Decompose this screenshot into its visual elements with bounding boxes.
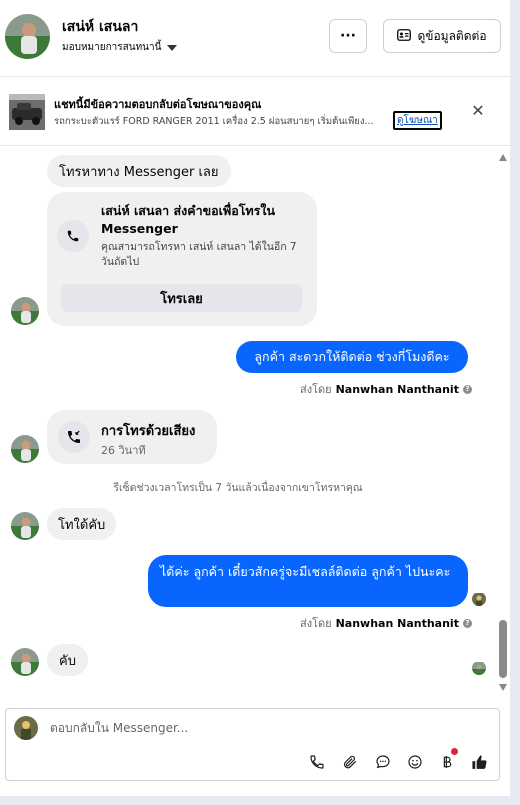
voice-call-bubble: การโทรด้วยเสียง 26 วินาที xyxy=(47,410,217,464)
message-thread: โทรหาทาง Messenger เลย เสน่ห์ เสนลา ส่งค… xyxy=(0,146,510,700)
contact-avatar-small xyxy=(11,512,39,540)
system-note: รีเซ็ตช่วงเวลาโทรเป็น 7 วันแล้วเนื่องจาก… xyxy=(113,482,363,494)
scroll-up-icon[interactable] xyxy=(499,154,507,161)
message-text: ลูกค้า สะดวกให้ติดต่อ ช่วงกี่โมงดีคะ xyxy=(254,349,450,364)
message-bubble-incoming: โทใด้คับ xyxy=(47,508,117,540)
window-edge xyxy=(510,0,520,805)
smiley-icon[interactable] xyxy=(404,751,426,773)
message-text: คับ xyxy=(59,653,76,669)
conversation-header: เสน่ห์ เสนลา มอบหมายการสนทนานี้ ··· ดูข้… xyxy=(0,0,510,77)
message-text: โทใด้คับ xyxy=(58,517,106,533)
message-text: ได้ค่ะ ลูกค้า เดี๋ยวสักครู่จะมีเชลล์ติดต… xyxy=(160,564,451,579)
info-icon[interactable]: ? xyxy=(462,618,472,628)
user-avatar xyxy=(14,716,38,740)
call-request-card: เสน่ห์ เสนลา ส่งคำขอเพื่อโทรใน Messenger… xyxy=(47,192,317,326)
window-edge xyxy=(0,796,520,805)
scroll-down-icon[interactable] xyxy=(499,684,507,691)
contact-name[interactable]: เสน่ห์ เสนลา xyxy=(62,16,138,38)
sent-by-prefix: ส่งโดย xyxy=(300,617,332,630)
incoming-call-icon xyxy=(58,421,90,453)
call-now-label: โทรเลย xyxy=(160,291,203,307)
call-request-body: คุณสามารถโทรหา เสน่ห์ เสนลา ได้ในอีก 7 ว… xyxy=(101,241,297,268)
caret-down-icon xyxy=(167,44,178,51)
message-bubble-incoming: โทรหาทาง Messenger เลย xyxy=(47,155,231,187)
message-bubble-outgoing: ได้ค่ะ ลูกค้า เดี๋ยวสักครู่จะมีเชลล์ติดต… xyxy=(148,555,468,607)
more-label: ··· xyxy=(340,28,356,44)
message-text: โทรหาทาง Messenger เลย xyxy=(59,164,219,180)
phone-icon[interactable] xyxy=(306,751,328,773)
chat-scrollbar[interactable] xyxy=(496,146,510,694)
sender-name: Nanwhan Nanthanit xyxy=(335,382,459,396)
scrollbar-thumb[interactable] xyxy=(499,620,507,678)
close-icon[interactable]: ✕ xyxy=(468,100,488,120)
paperclip-icon[interactable] xyxy=(339,751,361,773)
info-icon[interactable]: ? xyxy=(462,384,472,394)
sent-by-prefix: ส่งโดย xyxy=(300,383,332,396)
message-bubble-outgoing: ลูกค้า สะดวกให้ติดต่อ ช่วงกี่โมงดีคะ xyxy=(236,341,468,373)
ad-reply-banner: แชทนี้มีข้อความตอบกลับต่อโฆษณาของคุณ รถก… xyxy=(0,77,510,146)
more-options-button[interactable]: ··· xyxy=(329,19,367,53)
contact-avatar[interactable] xyxy=(5,14,50,59)
phone-icon xyxy=(57,220,89,252)
reply-composer xyxy=(5,708,500,781)
assign-conversation-dropdown[interactable]: มอบหมายการสนทนานี้ xyxy=(62,40,178,55)
baht-icon[interactable] xyxy=(436,748,458,773)
chat-bubble-icon[interactable] xyxy=(372,751,394,773)
voice-call-title: การโทรด้วยเสียง xyxy=(101,424,196,439)
ad-description: รถกระบะตัวแรร์ FORD RANGER 2011 เครื่อง … xyxy=(54,116,374,127)
contact-avatar-small xyxy=(11,297,39,325)
message-bubble-incoming: คับ xyxy=(47,644,88,676)
sent-by-label: ส่งโดย Nanwhan Nanthanit ? xyxy=(300,380,472,398)
call-request-title: เสน่ห์ เสนลา ส่งคำขอเพื่อโทรใน Messenger xyxy=(101,203,276,236)
assign-label: มอบหมายการสนทนานี้ xyxy=(62,42,162,53)
messenger-conversation-panel: เสน่ห์ เสนลา มอบหมายการสนทนานี้ ··· ดูข้… xyxy=(0,0,520,805)
contact-card-icon xyxy=(397,28,412,44)
reply-input[interactable] xyxy=(50,721,450,735)
contact-avatar-small xyxy=(11,648,39,676)
seen-avatar xyxy=(472,661,486,675)
thumbs-up-icon[interactable] xyxy=(468,751,490,773)
sent-by-label: ส่งโดย Nanwhan Nanthanit ? xyxy=(300,614,472,632)
call-now-button[interactable]: โทรเลย xyxy=(61,284,302,312)
seen-avatar xyxy=(472,592,486,606)
voice-call-duration: 26 วินาที xyxy=(101,444,146,457)
view-contact-label: ดูข้อมูลติดต่อ xyxy=(417,28,487,43)
contact-avatar-small xyxy=(11,435,39,463)
sender-name: Nanwhan Nanthanit xyxy=(335,616,459,630)
view-ad-link[interactable]: ดูโฆษณา xyxy=(393,111,442,130)
ad-thumbnail xyxy=(9,94,45,130)
ad-banner-title: แชทนี้มีข้อความตอบกลับต่อโฆษณาของคุณ xyxy=(54,98,262,111)
view-contact-button[interactable]: ดูข้อมูลติดต่อ xyxy=(383,19,501,53)
notification-dot xyxy=(451,748,458,755)
